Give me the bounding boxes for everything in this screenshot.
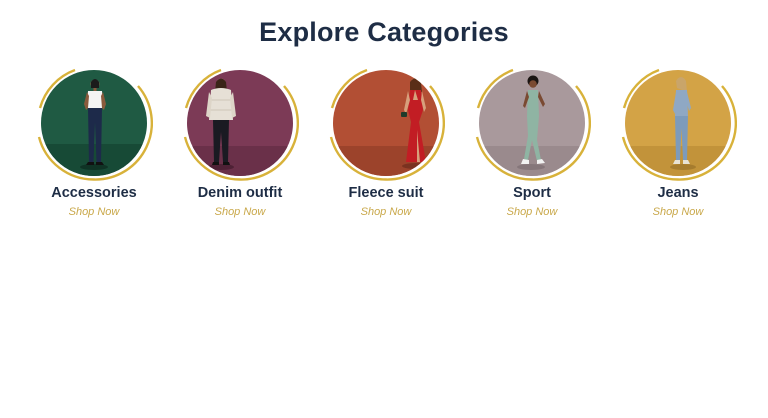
explore-categories-section: Explore Categories Accessories Shop Now … [0,0,768,418]
category-card-sport[interactable]: Sport Shop Now [470,64,594,224]
shop-now-link[interactable]: Shop Now [606,205,750,219]
category-label[interactable]: Denim outfit [168,184,312,202]
category-image[interactable] [625,70,731,176]
category-label[interactable]: Fleece suit [314,184,458,202]
category-card-fleece-suit[interactable]: Fleece suit Shop Now [324,64,448,224]
shop-now-link[interactable]: Shop Now [314,205,458,219]
category-card-accessories[interactable]: Accessories Shop Now [32,64,156,224]
section-title: Explore Categories [259,17,509,47]
category-label[interactable]: Sport [460,184,604,202]
category-image[interactable] [41,70,147,176]
category-image[interactable] [187,70,293,176]
category-label[interactable]: Jeans [606,184,750,202]
shop-now-link[interactable]: Shop Now [22,205,166,219]
category-image[interactable] [479,70,585,176]
category-label[interactable]: Accessories [22,184,166,202]
shop-now-link[interactable]: Shop Now [460,205,604,219]
category-card-jeans[interactable]: Jeans Shop Now [616,64,740,224]
shop-now-link[interactable]: Shop Now [168,205,312,219]
category-card-denim-outfit[interactable]: Denim outfit Shop Now [178,64,302,224]
category-image[interactable] [333,70,439,176]
